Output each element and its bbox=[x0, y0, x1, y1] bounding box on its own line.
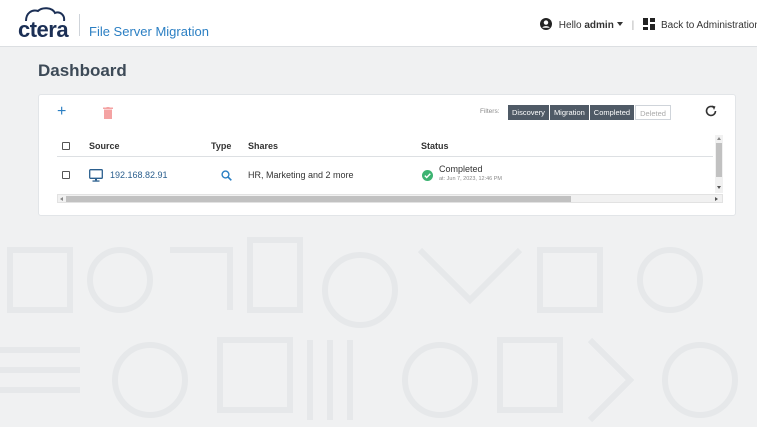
app-header: ctera File Server Migration Hello admin … bbox=[0, 0, 757, 47]
column-header-type[interactable]: Type bbox=[211, 141, 231, 152]
monitor-icon bbox=[89, 169, 103, 182]
user-menu[interactable]: Hello admin bbox=[540, 18, 626, 31]
user-icon bbox=[540, 18, 552, 30]
filter-discovery[interactable]: Discovery bbox=[508, 105, 550, 120]
app-title: File Server Migration bbox=[89, 24, 209, 39]
dashboard-card: + Filters: Discovery Migration Completed… bbox=[38, 94, 736, 216]
shares-cell: HR, Marketing and 2 more bbox=[248, 170, 354, 180]
column-header-status[interactable]: Status bbox=[421, 141, 449, 152]
scroll-up-icon[interactable] bbox=[717, 137, 721, 140]
table-row[interactable]: 192.168.82.91 HR, Marketing and 2 more C… bbox=[57, 158, 713, 188]
dashboard-grid-icon bbox=[642, 18, 655, 30]
check-circle-icon bbox=[422, 170, 433, 181]
status-text: Completed bbox=[439, 164, 483, 174]
search-icon[interactable] bbox=[221, 170, 232, 181]
horizontal-scrollbar[interactable] bbox=[57, 194, 723, 203]
chevron-down-icon bbox=[616, 22, 623, 26]
filter-deleted[interactable]: Deleted bbox=[635, 105, 671, 120]
horizontal-scroll-thumb[interactable] bbox=[66, 196, 571, 202]
ctera-logo[interactable]: ctera bbox=[18, 7, 78, 43]
back-link-label: Back to Administration bbox=[660, 20, 757, 31]
column-header-shares[interactable]: Shares bbox=[248, 141, 278, 152]
column-header-source[interactable]: Source bbox=[89, 141, 120, 152]
trash-icon[interactable] bbox=[103, 107, 113, 119]
scroll-left-icon[interactable] bbox=[60, 197, 63, 201]
username: admin bbox=[584, 20, 614, 31]
scroll-right-icon[interactable] bbox=[715, 197, 718, 201]
filter-completed[interactable]: Completed bbox=[589, 105, 636, 120]
filter-migration[interactable]: Migration bbox=[549, 105, 590, 120]
source-link[interactable]: 192.168.82.91 bbox=[110, 170, 168, 181]
back-to-administration-link[interactable]: Back to Administration bbox=[642, 18, 757, 33]
select-all-checkbox[interactable] bbox=[62, 142, 70, 150]
background-pattern bbox=[0, 237, 738, 423]
user-area: Hello admin | Back to Administration bbox=[540, 18, 757, 33]
status-timestamp: at: Jun 7, 2023, 12:46 PM bbox=[439, 176, 502, 182]
header-divider bbox=[79, 14, 80, 36]
filters-label: Filters: bbox=[480, 108, 500, 115]
add-button[interactable]: + bbox=[57, 104, 66, 120]
greeting-text: Hello admin bbox=[558, 20, 614, 31]
header-separator: | bbox=[631, 20, 635, 31]
table-header: Source Type Shares Status bbox=[57, 135, 713, 157]
logo-text: ctera bbox=[18, 17, 69, 42]
vertical-scrollbar[interactable] bbox=[715, 135, 723, 193]
vertical-scroll-thumb[interactable] bbox=[716, 143, 722, 177]
row-checkbox[interactable] bbox=[62, 171, 70, 179]
migrations-table: Source Type Shares Status 192.168.82.91 … bbox=[57, 135, 723, 205]
filter-group: Discovery Migration Completed Deleted bbox=[508, 105, 671, 120]
scroll-down-icon[interactable] bbox=[717, 186, 721, 189]
refresh-icon[interactable] bbox=[704, 104, 718, 118]
page-title: Dashboard bbox=[38, 61, 127, 80]
